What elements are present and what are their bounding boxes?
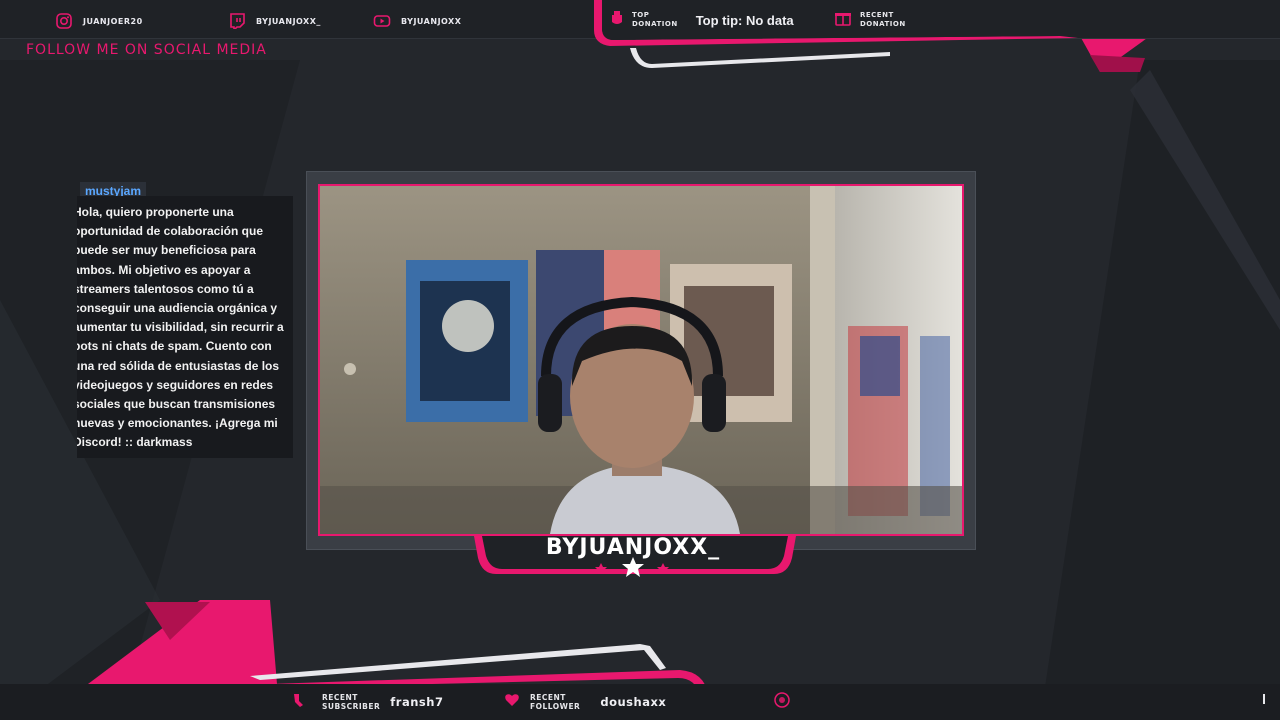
subscriber-value: fransh7	[390, 695, 444, 709]
social-section-title: FOLLOW ME ON SOCIAL MEDIA	[26, 42, 267, 58]
ticker-marker	[1263, 694, 1265, 704]
twitch-icon	[228, 13, 246, 29]
bits-icon	[774, 692, 790, 712]
top-donation-label-1: TOP	[632, 11, 650, 19]
webcam-feed	[318, 184, 964, 536]
subscriber-label-2: SUBSCRIBER	[322, 702, 381, 711]
chat-message: Hola, quiero proponerte una oportunidad …	[77, 205, 284, 450]
follower-value: doushaxx	[600, 695, 667, 709]
social-account-twitch[interactable]: BYJUANJOXX_	[228, 12, 321, 30]
subscriber-star-icon	[290, 692, 306, 712]
trophy-icon	[610, 10, 624, 30]
social-account-instagram[interactable]: JUANJOER20	[55, 12, 143, 30]
recent-subscriber: RECENT SUBSCRIBER fransh7	[290, 692, 443, 712]
top-donation-value: Top tip: No data	[695, 12, 794, 28]
youtube-icon	[373, 13, 391, 29]
follower-label-1: RECENT	[530, 693, 566, 702]
top-donation-label-2: DONATION	[632, 20, 678, 28]
channel-name: BYJUANJOXX_	[545, 535, 721, 560]
follower-label-2: FOLLOWER	[530, 702, 581, 711]
recent-donation-label-2: DONATION	[860, 20, 906, 28]
webcam-scene	[320, 186, 962, 534]
social-handle: BYJUANJOXX	[401, 16, 462, 26]
recent-donation-label-1: RECENT	[860, 11, 894, 19]
social-account-youtube[interactable]: BYJUANJOXX	[373, 12, 461, 30]
social-handle: BYJUANJOXX_	[256, 16, 321, 26]
chat-message-box: Hola, quiero proponerte una oportunidad …	[77, 196, 293, 458]
heart-icon	[504, 692, 520, 712]
social-handle: JUANJOER20	[83, 16, 143, 26]
subscriber-label-1: RECENT	[322, 693, 358, 702]
top-donation: TOP DONATION Top tip: No data	[610, 10, 794, 30]
recent-donation: RECENT DONATION	[834, 10, 906, 30]
recent-follower: RECENT FOLLOWER doushaxx	[504, 692, 666, 712]
instagram-icon	[55, 13, 73, 29]
gift-icon	[834, 10, 852, 30]
